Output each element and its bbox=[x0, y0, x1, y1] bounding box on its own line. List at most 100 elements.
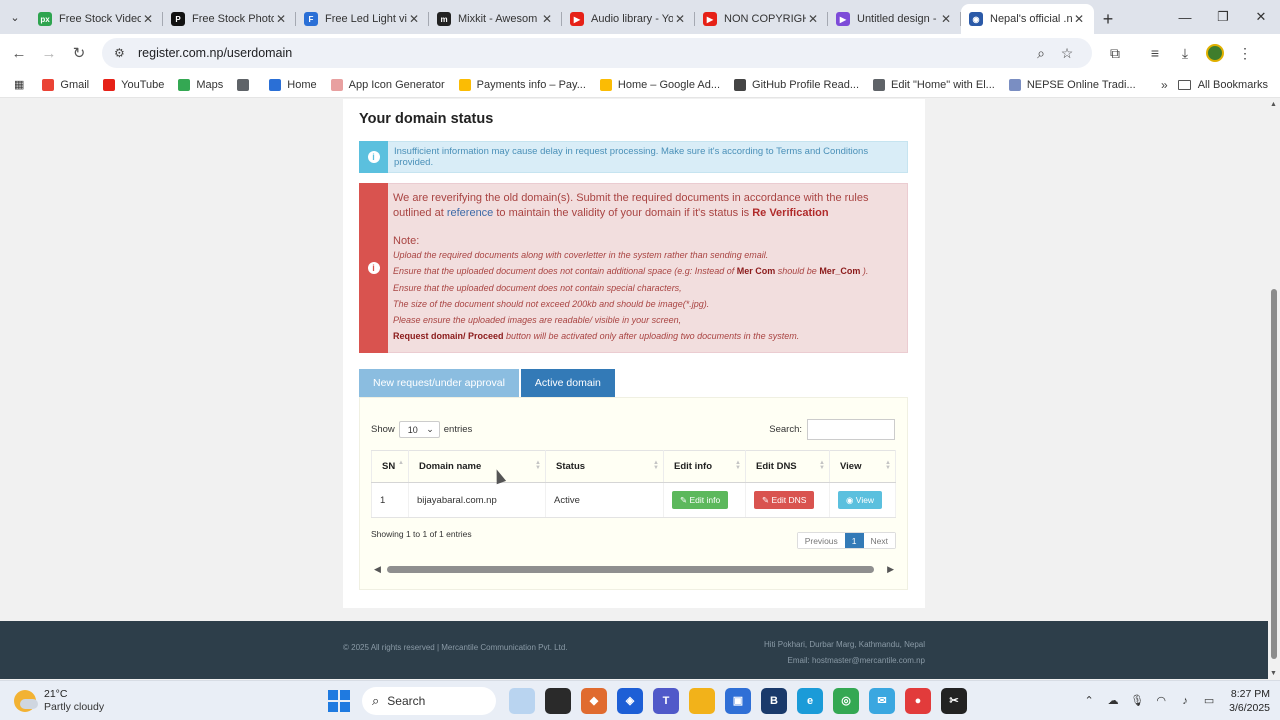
bookmark-item[interactable]: NEPSE Online Tradi... bbox=[1008, 78, 1136, 91]
bookmark-item[interactable]: Home – Google Ad... bbox=[599, 78, 720, 91]
apps-grid-icon[interactable]: ▦ bbox=[14, 78, 24, 91]
capcut-app-icon[interactable]: ✂ bbox=[941, 687, 967, 714]
all-bookmarks-button[interactable]: All Bookmarks bbox=[1177, 79, 1268, 91]
bookmark-item[interactable] bbox=[237, 78, 255, 91]
column-header-status[interactable]: Status ▲ ▼ bbox=[545, 450, 664, 483]
media-control-icon[interactable]: ≡ bbox=[1140, 45, 1170, 61]
restore-icon[interactable]: ❐ bbox=[1204, 0, 1242, 34]
windows-start-icon[interactable] bbox=[328, 689, 350, 712]
bookmark-item[interactable]: Payments info – Pay... bbox=[458, 78, 586, 91]
scroll-up-icon[interactable]: ▲ bbox=[1270, 101, 1277, 108]
zoom-icon[interactable]: ⌕ bbox=[1028, 45, 1054, 62]
tab-close-icon[interactable]: ✕ bbox=[540, 12, 554, 26]
browser-tab[interactable]: ▶ NON COPYRIGH ✕ bbox=[695, 4, 828, 34]
reference-link[interactable]: reference bbox=[447, 207, 493, 219]
tab-close-icon[interactable]: ✕ bbox=[1072, 12, 1086, 26]
menu-dots-icon[interactable]: ⋮ bbox=[1230, 45, 1260, 62]
chrome-app-icon[interactable]: ◎ bbox=[833, 687, 859, 714]
tab-active-domain[interactable]: Active domain bbox=[520, 369, 615, 397]
widgets-app-icon[interactable] bbox=[509, 687, 535, 714]
reload-icon[interactable]: ↻ bbox=[64, 38, 94, 68]
column-header-edit-dns[interactable]: Edit DNS ▲ ▼ bbox=[745, 450, 830, 483]
file-explorer-icon[interactable] bbox=[689, 687, 715, 714]
copilot-app-icon[interactable]: ◆ bbox=[581, 687, 607, 714]
tab-close-icon[interactable]: ✕ bbox=[806, 12, 820, 26]
scroll-thumb[interactable] bbox=[387, 566, 874, 573]
view-button[interactable]: ◉ View bbox=[838, 491, 883, 509]
column-header-edit-info[interactable]: Edit info ▲ ▼ bbox=[663, 450, 746, 483]
edit-info-button[interactable]: ✎ Edit info bbox=[672, 491, 729, 509]
battery-icon[interactable]: ▭ bbox=[1197, 694, 1221, 707]
previous-page-button[interactable]: Previous bbox=[797, 533, 845, 548]
bookmark-star-icon[interactable]: ☆ bbox=[1054, 45, 1080, 62]
page-1-button[interactable]: 1 bbox=[844, 533, 864, 548]
minimize-icon[interactable]: — bbox=[1166, 0, 1204, 34]
bookmark-item[interactable]: GitHub Profile Read... bbox=[734, 78, 859, 91]
sort-icon: ▲ ▼ bbox=[535, 460, 541, 471]
page-scrollbar[interactable]: ▲ ▼ bbox=[1268, 99, 1280, 679]
download-icon[interactable]: ⤓ bbox=[1170, 45, 1200, 62]
search-input[interactable] bbox=[807, 419, 895, 440]
tab-close-icon[interactable]: ✕ bbox=[141, 12, 155, 26]
bookmark-favicon-icon bbox=[599, 78, 612, 91]
chevron-up-icon[interactable]: ⌃ bbox=[1077, 694, 1101, 707]
bookmark-item[interactable]: Gmail bbox=[42, 78, 89, 91]
tab-close-icon[interactable]: ✕ bbox=[939, 12, 953, 26]
system-clock[interactable]: 8:27 PM 3/6/2025 bbox=[1229, 687, 1270, 715]
scroll-right-icon[interactable]: ▶ bbox=[887, 564, 894, 575]
table-info: Showing 1 to 1 of 1 entries bbox=[371, 529, 472, 539]
bookmark-item[interactable]: Maps bbox=[178, 78, 223, 91]
site-info-icon[interactable]: ⚙ bbox=[114, 46, 130, 60]
new-tab-button[interactable]: + bbox=[1094, 4, 1122, 34]
close-window-icon[interactable]: ✕ bbox=[1242, 0, 1280, 34]
teams-app-icon[interactable]: T bbox=[653, 687, 679, 714]
edge-app-icon[interactable]: e bbox=[797, 687, 823, 714]
cloud-sync-icon[interactable]: ☁ bbox=[1101, 694, 1125, 707]
microphone-icon[interactable]: 🎙 bbox=[1125, 694, 1149, 707]
browser-tab[interactable]: ▶ Untitled design - ✕ bbox=[828, 4, 961, 34]
page-size-select[interactable]: 10 ⌄ bbox=[398, 421, 440, 438]
column-header-domain[interactable]: Domain name ▲ ▼ bbox=[408, 450, 546, 483]
profile-avatar[interactable] bbox=[1206, 44, 1224, 62]
file-app-icon[interactable] bbox=[545, 687, 571, 714]
browser-tab[interactable]: F Free Led Light vi ✕ bbox=[296, 4, 429, 34]
bookmark-item[interactable]: Edit "Home" with El... bbox=[873, 78, 995, 91]
b-app-icon[interactable]: B bbox=[761, 687, 787, 714]
page-scroll-thumb[interactable] bbox=[1271, 289, 1277, 659]
horizontal-scrollbar[interactable]: ◀ ▶ bbox=[374, 564, 894, 574]
bookmark-item[interactable]: App Icon Generator bbox=[330, 78, 445, 91]
browser-tab[interactable]: px Free Stock Video ✕ bbox=[30, 4, 163, 34]
column-header-view[interactable]: View ▲ ▼ bbox=[829, 450, 896, 483]
tab-close-icon[interactable]: ✕ bbox=[673, 12, 687, 26]
edit-dns-button[interactable]: ✎ Edit DNS bbox=[754, 491, 815, 509]
mail-app-icon[interactable]: ✉ bbox=[869, 687, 895, 714]
taskbar-search[interactable]: ⌕ Search bbox=[362, 686, 496, 715]
browser-tab[interactable]: ◉ Nepal's official .n ✕ bbox=[961, 4, 1094, 34]
url-text[interactable]: register.com.np/userdomain bbox=[138, 46, 1028, 60]
column-header-sn[interactable]: SN ▲ bbox=[371, 450, 409, 483]
tab-search-icon[interactable]: ⌄ bbox=[0, 0, 30, 34]
more-bookmarks-icon[interactable]: » bbox=[1161, 78, 1168, 92]
tab-new-request[interactable]: New request/under approval bbox=[359, 369, 519, 397]
back-icon[interactable]: ← bbox=[4, 38, 34, 68]
bookmark-item[interactable]: YouTube bbox=[103, 78, 164, 91]
browser-tab[interactable]: P Free Stock Photo ✕ bbox=[163, 4, 296, 34]
forward-icon[interactable]: → bbox=[34, 38, 64, 68]
bookmark-item[interactable]: Home bbox=[269, 78, 317, 91]
extensions-icon[interactable]: ⧉ bbox=[1100, 45, 1130, 62]
store-app-icon[interactable]: ▣ bbox=[725, 687, 751, 714]
browser-tab[interactable]: m Mixkit - Awesom ✕ bbox=[429, 4, 562, 34]
scroll-left-icon[interactable]: ◀ bbox=[374, 564, 381, 575]
dropbox-app-icon[interactable]: ◈ bbox=[617, 687, 643, 714]
tab-close-icon[interactable]: ✕ bbox=[407, 12, 421, 26]
wifi-icon[interactable]: ◠ bbox=[1149, 694, 1173, 707]
table-row: 1 bijayabaral.com.np Active ✎ Edit info … bbox=[371, 482, 896, 518]
scroll-down-icon[interactable]: ▼ bbox=[1270, 670, 1277, 677]
volume-icon[interactable]: ♪ bbox=[1173, 695, 1197, 707]
recorder-app-icon[interactable]: ● bbox=[905, 687, 931, 714]
address-bar[interactable]: ⚙ register.com.np/userdomain ⌕ ☆ bbox=[102, 38, 1092, 68]
tab-close-icon[interactable]: ✕ bbox=[274, 12, 288, 26]
next-page-button[interactable]: Next bbox=[863, 533, 895, 548]
weather-widget[interactable]: 21°C Partly cloudy bbox=[14, 688, 314, 714]
browser-tab[interactable]: ▶ Audio library - Yo ✕ bbox=[562, 4, 695, 34]
